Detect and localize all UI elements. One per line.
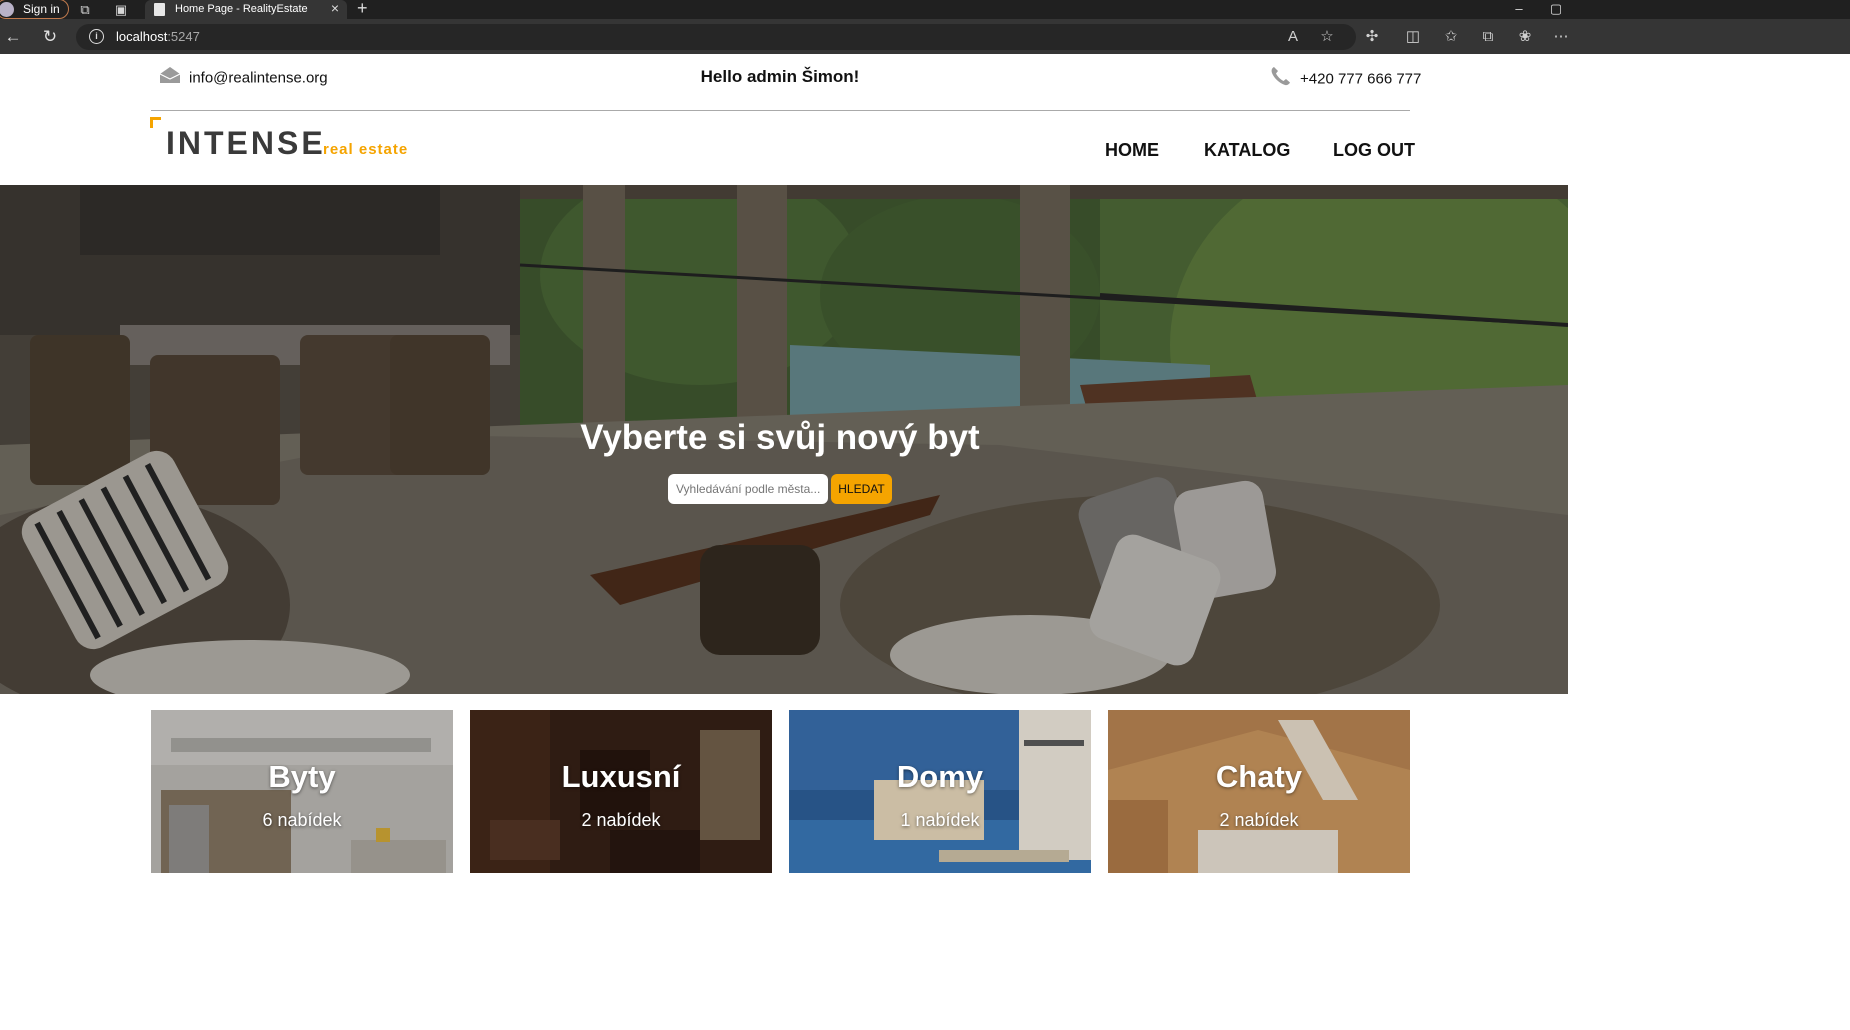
category-card-chaty[interactable]: Chaty 2 nabídek <box>1108 710 1410 873</box>
favorites-icon[interactable]: ✩ <box>1441 27 1461 47</box>
category-count: 2 nabídek <box>581 810 661 830</box>
collections-icon[interactable]: ⧉ <box>1478 27 1498 47</box>
sign-in-button[interactable]: Sign in <box>0 0 69 19</box>
category-title: Byty <box>268 759 336 794</box>
logo-brand: INTENSE <box>166 125 326 161</box>
header-divider <box>151 110 1410 111</box>
read-aloud-icon[interactable]: A <box>1283 27 1303 47</box>
favorite-star-icon[interactable]: ☆ <box>1317 27 1337 47</box>
category-count: 2 nabídek <box>1219 810 1299 830</box>
url-text: localhost:5247 <box>116 24 200 50</box>
maximize-icon[interactable]: ▢ <box>1546 0 1566 17</box>
category-title: Domy <box>896 759 984 794</box>
city-search-input[interactable] <box>668 474 828 504</box>
nav-log-out[interactable]: LOG OUT <box>1333 139 1415 161</box>
category-card-luxusni[interactable]: Luxusní 2 nabídek <box>470 710 772 873</box>
split-screen-icon[interactable]: ◫ <box>1403 27 1423 47</box>
category-card-domy[interactable]: Domy 1 nabídek <box>789 710 1091 873</box>
workspaces-icon[interactable]: ⧉ <box>77 2 93 17</box>
logo-bracket-icon <box>150 117 161 128</box>
nav-katalog[interactable]: KATALOG <box>1204 139 1290 161</box>
site-info-icon[interactable]: i <box>89 29 104 44</box>
profile-avatar-icon <box>0 2 14 17</box>
tab-actions-icon[interactable]: ▣ <box>113 2 129 17</box>
copilot-icon[interactable]: ❀ <box>1515 27 1535 47</box>
phone-contact: +420 777 666 777 <box>1270 66 1421 88</box>
browser-tab-strip: Sign in ⧉ ▣ Home Page - RealityEstate × … <box>0 0 1850 19</box>
browser-tab-active[interactable]: Home Page - RealityEstate × <box>145 0 347 19</box>
nav-home[interactable]: HOME <box>1105 139 1159 161</box>
refresh-icon[interactable]: ↻ <box>40 27 60 47</box>
category-count: 6 nabídek <box>262 810 342 830</box>
hero-title: Vyberte si svůj nový byt <box>580 418 980 457</box>
category-card-byty[interactable]: Byty 6 nabídek <box>151 710 453 873</box>
sign-in-label: Sign in <box>23 2 60 16</box>
back-icon[interactable]: ← <box>3 27 23 47</box>
category-title: Chaty <box>1215 759 1303 794</box>
category-count: 1 nabídek <box>900 810 980 830</box>
page-favicon-icon <box>154 3 165 16</box>
browser-address-bar: ← ↻ i localhost:5247 A ☆ ✣ ◫ ✩ ⧉ ❀ ⋯ <box>0 19 1850 54</box>
more-icon[interactable]: ⋯ <box>1551 27 1571 47</box>
logo-subtitle: real estate <box>323 141 409 158</box>
url-port: :5247 <box>167 29 200 44</box>
new-tab-icon[interactable]: + <box>357 0 368 17</box>
url-host: localhost <box>116 29 168 44</box>
tab-title: Home Page - RealityEstate <box>175 3 308 15</box>
url-field[interactable]: i localhost:5247 <box>76 24 1356 50</box>
close-tab-icon[interactable]: × <box>331 0 339 17</box>
category-title: Luxusní <box>561 759 681 794</box>
extensions-icon[interactable]: ✣ <box>1362 27 1382 47</box>
search-button[interactable]: HLEDAT <box>831 474 892 504</box>
phone-icon <box>1270 66 1292 93</box>
minimize-icon[interactable]: – <box>1509 0 1529 17</box>
phone-text[interactable]: +420 777 666 777 <box>1300 70 1421 87</box>
